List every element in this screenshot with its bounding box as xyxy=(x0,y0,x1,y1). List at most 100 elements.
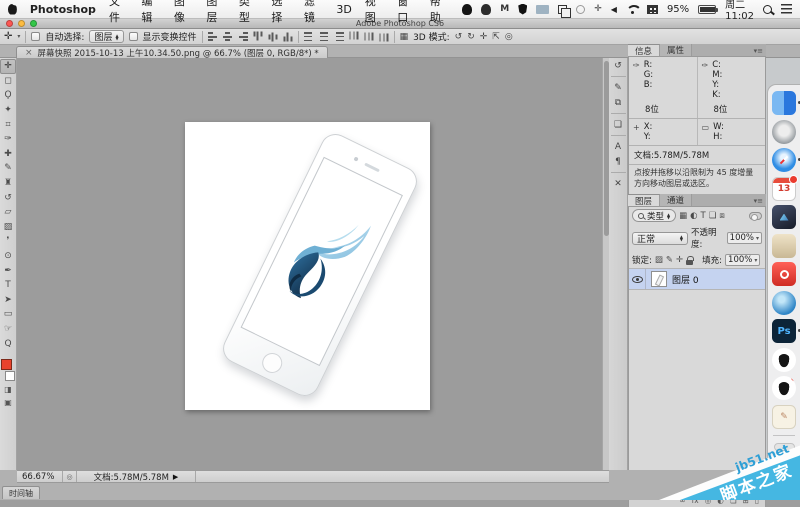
fill-value-box[interactable]: 100% ▾ xyxy=(725,254,760,266)
foreground-color-swatch[interactable] xyxy=(1,359,12,370)
gradient-tool[interactable]: ▨ xyxy=(0,220,16,235)
timeline-panel-tab[interactable]: 时间轴 xyxy=(2,486,40,499)
windows-status-icon[interactable] xyxy=(558,5,567,14)
layer-row-selected[interactable]: 图层 0 xyxy=(629,268,765,290)
menu-view[interactable]: 视图 xyxy=(365,0,384,25)
tool-presets-panel-icon[interactable]: ✕ xyxy=(609,176,627,191)
brush-tool[interactable]: ✎ xyxy=(0,161,16,176)
path-selection-tool[interactable]: ➤ xyxy=(0,293,16,308)
align-horizontal-centers-icon[interactable] xyxy=(268,32,277,42)
tab-layers[interactable]: 图层 xyxy=(628,194,660,206)
messenger-status-icon[interactable] xyxy=(481,4,491,15)
3d-rotate-icon[interactable]: ↺ xyxy=(455,32,463,42)
document-canvas[interactable] xyxy=(185,122,430,410)
display-status-icon[interactable] xyxy=(536,5,549,14)
3d-slide-icon[interactable]: ⇱ xyxy=(492,32,500,42)
eyedropper-tool[interactable]: ✑ xyxy=(0,132,16,147)
panel-menu-icon[interactable]: ▾≡ xyxy=(754,197,763,205)
shield-status-icon[interactable] xyxy=(518,4,527,15)
menu-edit[interactable]: 编辑 xyxy=(141,0,160,25)
lock-position-icon[interactable]: ✛ xyxy=(676,255,683,265)
dock-calendar-icon[interactable]: 13 xyxy=(772,177,796,201)
zoom-level-field[interactable]: 66.67% xyxy=(17,471,63,482)
tab-properties[interactable]: 属性 xyxy=(660,44,692,56)
battery-icon[interactable] xyxy=(698,5,716,14)
dock-safari-icon[interactable] xyxy=(772,148,796,172)
blur-tool[interactable]: ❜ xyxy=(0,234,16,249)
auto-select-checkbox[interactable] xyxy=(31,32,40,41)
paragraph-panel-icon[interactable]: ¶ xyxy=(609,154,627,169)
tool-preset-dropdown-icon[interactable]: ▾ xyxy=(17,33,20,40)
dock-sphere-app-icon[interactable] xyxy=(772,291,796,315)
history-brush-tool[interactable]: ↺ xyxy=(0,190,16,205)
character-panel-icon[interactable]: A xyxy=(609,139,627,154)
menu-bar-clock[interactable]: 周二11:02 xyxy=(725,0,754,22)
menu-layer[interactable]: 图层 xyxy=(206,0,225,25)
layer-filter-dropdown[interactable]: 类型 ▲▼ xyxy=(632,209,676,222)
dock-photoshop-icon[interactable]: Ps xyxy=(772,319,796,343)
dock-document-icon[interactable] xyxy=(774,443,795,452)
menu-select[interactable]: 选择 xyxy=(271,0,290,25)
align-right-edges-icon[interactable] xyxy=(238,32,248,41)
lasso-tool[interactable]: Ϙ xyxy=(0,88,16,103)
qq-status-icon[interactable] xyxy=(462,4,472,15)
3d-drag-icon[interactable]: ✛ xyxy=(480,32,488,42)
zoom-tool[interactable]: Q xyxy=(0,336,16,351)
document-tab[interactable]: × 屏幕快照 2015-10-13 上午10.34.50.png @ 66.7%… xyxy=(16,46,328,58)
input-method-icon[interactable] xyxy=(647,5,658,14)
type-tool[interactable]: T xyxy=(0,278,16,293)
distribute-vertical-centers-icon[interactable] xyxy=(319,32,329,41)
lock-transparency-icon[interactable]: ▨ xyxy=(655,255,663,265)
panel-menu-icon[interactable]: ▾≡ xyxy=(754,47,763,55)
spot-healing-brush-tool[interactable]: ✚ xyxy=(0,147,16,162)
menu-help[interactable]: 帮助 xyxy=(430,0,449,25)
tab-info[interactable]: 信息 xyxy=(628,44,660,56)
align-bottom-edges-icon[interactable] xyxy=(283,32,292,42)
menu-3d[interactable]: 3D xyxy=(336,3,351,16)
filter-shape-layers-icon[interactable]: ❏ xyxy=(709,211,717,221)
distribute-right-edges-icon[interactable] xyxy=(379,32,388,42)
wifi-icon[interactable] xyxy=(626,5,638,14)
layer-visibility-cell[interactable] xyxy=(629,269,646,289)
lock-pixels-icon[interactable]: ✎ xyxy=(666,255,673,265)
auto-align-layers-icon[interactable]: ▦ xyxy=(400,32,409,42)
lock-all-icon[interactable] xyxy=(686,256,693,265)
menu-file[interactable]: 文件 xyxy=(109,0,128,25)
quick-selection-tool[interactable]: ✦ xyxy=(0,103,16,118)
filter-pixel-layers-icon[interactable]: ▦ xyxy=(679,211,687,221)
screen-mode-button[interactable]: ▣ xyxy=(0,396,16,409)
eraser-tool[interactable]: ▱ xyxy=(0,205,16,220)
dock-qq-badge-icon[interactable] xyxy=(772,376,796,400)
blend-mode-dropdown[interactable]: 正常 ▲▼ xyxy=(632,232,688,245)
distribute-left-edges-icon[interactable] xyxy=(349,32,358,42)
menu-type[interactable]: 类型 xyxy=(239,0,258,25)
clone-source-panel-icon[interactable]: ⧉ xyxy=(609,95,627,110)
pen-tool[interactable]: ✒ xyxy=(0,263,16,278)
dodge-tool[interactable]: ⊙ xyxy=(0,249,16,264)
filter-smart-objects-icon[interactable]: ⧈ xyxy=(719,211,724,221)
hand-tool[interactable]: ☞ xyxy=(0,322,16,337)
history-panel-icon[interactable]: ↺ xyxy=(609,58,627,73)
app-menu-photoshop[interactable]: Photoshop xyxy=(30,3,96,16)
dock-trash-icon[interactable] xyxy=(775,456,793,463)
auto-select-dropdown[interactable]: 图层 ▲▼ xyxy=(89,30,123,43)
align-top-edges-icon[interactable] xyxy=(253,32,262,42)
move-tool[interactable]: ✛ xyxy=(0,59,16,74)
filter-type-layers-icon[interactable]: T xyxy=(701,211,706,221)
layer-comps-panel-icon[interactable]: ❏ xyxy=(609,117,627,132)
dock-notes-icon[interactable]: ✎ xyxy=(772,405,796,429)
dock-launchpad-icon[interactable] xyxy=(772,120,796,144)
sync-status-icon[interactable] xyxy=(576,5,585,14)
dock-finder-icon[interactable] xyxy=(772,91,796,115)
show-transform-checkbox[interactable] xyxy=(129,32,138,41)
document-size-status[interactable]: 文档:5.78M/5.78M ▶ xyxy=(77,471,195,482)
distribute-horizontal-centers-icon[interactable] xyxy=(364,32,373,42)
tab-channels[interactable]: 通道 xyxy=(660,194,692,206)
vertical-scrollbar[interactable] xyxy=(602,58,609,470)
dock-quicktime-icon[interactable] xyxy=(772,262,796,286)
layer-thumbnail[interactable] xyxy=(651,271,667,287)
crop-tool[interactable]: ⌗ xyxy=(0,117,16,132)
move-status-icon[interactable]: ✛ xyxy=(594,4,602,14)
align-vertical-centers-icon[interactable] xyxy=(223,32,233,41)
menu-image[interactable]: 图像 xyxy=(174,0,193,25)
